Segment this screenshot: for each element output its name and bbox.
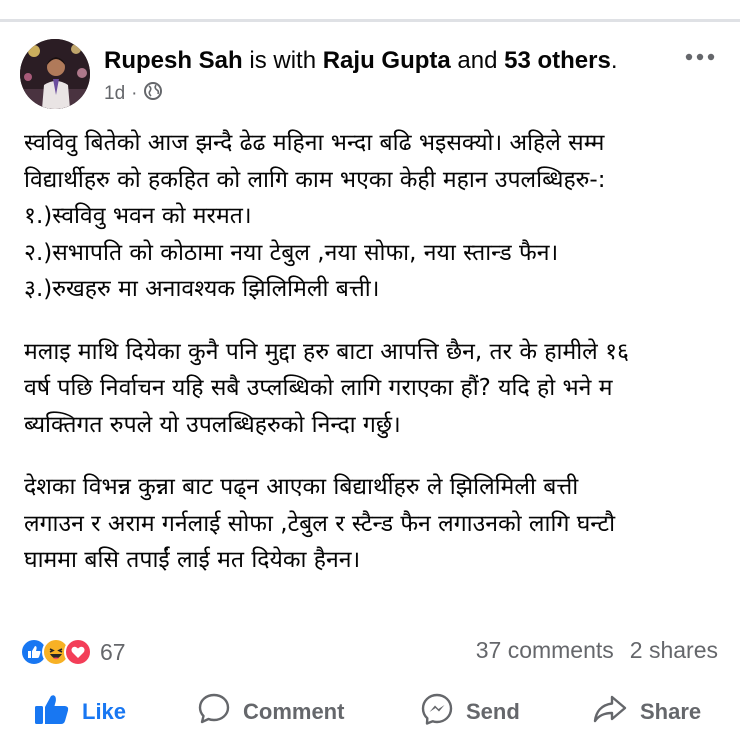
author-line: Rupesh Sah is with Raju Gupta and 53 oth… xyxy=(104,46,618,76)
body-line: विद्यार्थीहरु को हकहित को लागि काम भएका … xyxy=(24,166,606,193)
post-actions: Like Comment Send Share xyxy=(0,690,740,734)
body-line: देशका विभन्न कुन्ना बाट पढ्न आएका बिद्या… xyxy=(24,474,579,500)
reaction-count: 67 xyxy=(100,638,126,665)
body-line: घाममा बसि तपाईं लाई मत दियेका हैनन। xyxy=(24,547,361,573)
comment-icon xyxy=(197,692,231,732)
send-label: Send xyxy=(466,699,520,724)
body-line: २.)सभापति को कोठामा नया टेबुल ,नया सोफा,… xyxy=(24,239,559,266)
post-card: Rupesh Sah is with Raju Gupta and 53 oth… xyxy=(0,25,740,737)
globe-icon xyxy=(143,81,163,107)
body-line: मलाइ माथि दियेका कुनै पनि मुद्दा हरु बाट… xyxy=(24,338,629,365)
share-button[interactable]: Share xyxy=(592,690,701,734)
share-arrow-icon xyxy=(592,693,628,731)
author-avatar[interactable] xyxy=(20,39,90,109)
body-line: स्वविवु बितेको आज झन्दै ढेढ महिना भन्दा … xyxy=(24,130,605,156)
feed-divider xyxy=(0,0,740,22)
post-body: स्वविवु बितेको आज झन्दै ढेढ महिना भन्दा … xyxy=(24,125,724,579)
shares-count[interactable]: 2 shares xyxy=(630,637,718,664)
comment-button[interactable]: Comment xyxy=(197,690,344,734)
meta-dot: · xyxy=(131,83,138,104)
send-button[interactable]: Send xyxy=(420,690,520,734)
share-label: Share xyxy=(640,699,702,724)
with-text: is with xyxy=(242,47,323,74)
comments-count[interactable]: 37 comments xyxy=(476,637,614,664)
more-options-icon[interactable] xyxy=(682,45,718,69)
reactions-summary[interactable]: 67 xyxy=(20,635,126,669)
body-line: ब्यक्तिगत रुपले यो उपलब्धिहरुको निन्दा ग… xyxy=(24,411,401,438)
like-label: Like xyxy=(82,699,127,724)
author-name[interactable]: Rupesh Sah xyxy=(104,47,243,74)
love-icon xyxy=(64,638,92,666)
body-line: वर्ष पछि निर्वाचन यहि सबै उप्लब्धिको लाग… xyxy=(24,375,613,401)
thumbs-up-icon xyxy=(34,693,70,731)
and-text: and xyxy=(450,47,505,74)
post-header: Rupesh Sah is with Raju Gupta and 53 oth… xyxy=(20,39,720,111)
post-time[interactable]: 1d xyxy=(104,83,125,105)
post-meta: 1d · xyxy=(104,81,163,107)
body-line: १.)स्वविवु भवन को मरमत। xyxy=(24,203,252,229)
post-stats: 37 comments 2 shares xyxy=(476,637,718,664)
others-link[interactable]: 53 others xyxy=(504,47,611,74)
messenger-icon xyxy=(420,692,454,732)
tagged-user[interactable]: Raju Gupta xyxy=(323,47,451,74)
body-line: ३.)रुखहरु मा अनावश्यक झिलिमिली बत्ती। xyxy=(24,276,380,302)
period-text: . xyxy=(610,47,618,74)
comment-label: Comment xyxy=(243,699,345,724)
body-line: लगाउन र अराम गर्नलाई सोफा ,टेबुल र स्टैन… xyxy=(24,510,616,537)
like-button[interactable]: Like xyxy=(34,690,126,734)
